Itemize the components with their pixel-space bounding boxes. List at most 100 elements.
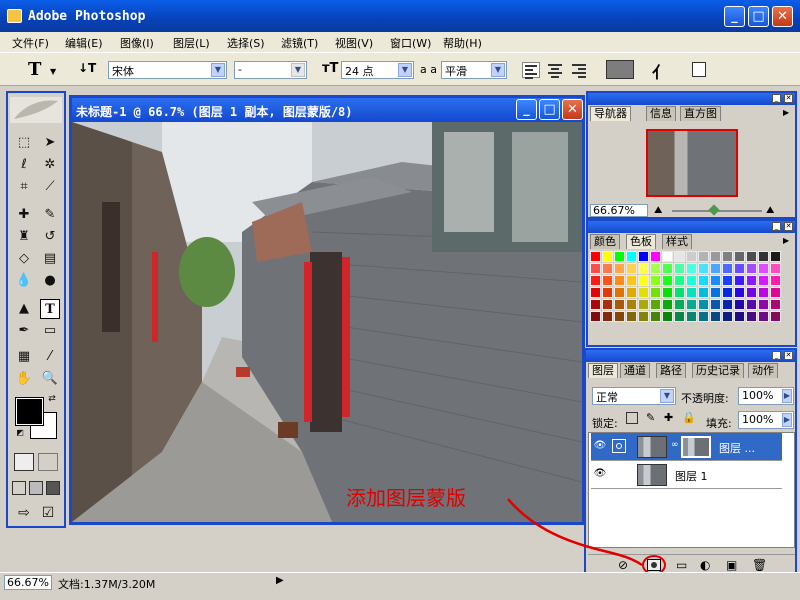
crop-tool-icon[interactable]: ⌗ bbox=[14, 177, 34, 197]
tab-layers[interactable]: 图层 bbox=[588, 363, 618, 378]
antialias-select[interactable]: 平滑 ▼ bbox=[441, 61, 507, 79]
zoom-tool-icon[interactable]: 🔍 bbox=[40, 369, 60, 389]
dodge-tool-icon[interactable]: ● bbox=[40, 271, 60, 291]
menu-file[interactable]: 文件(F) bbox=[12, 35, 49, 51]
visibility-eye-icon[interactable]: 👁 bbox=[593, 468, 607, 482]
menu-select[interactable]: 选择(S) bbox=[227, 35, 265, 51]
history-brush-tool-icon[interactable]: ↺ bbox=[40, 227, 60, 247]
menu-help[interactable]: 帮助(H) bbox=[443, 35, 482, 51]
lock-image-icon[interactable]: ✎ bbox=[646, 411, 655, 424]
document-maximize-button[interactable]: □ bbox=[539, 99, 560, 120]
swap-colors-icon[interactable]: ⇄ bbox=[46, 393, 58, 405]
gradient-tool-icon[interactable]: ▤ bbox=[40, 249, 60, 269]
navigator-thumbnail[interactable] bbox=[646, 129, 738, 197]
palettes-toggle-icon[interactable] bbox=[692, 62, 706, 77]
status-menu-arrow-icon[interactable]: ▶ bbox=[276, 575, 284, 586]
notes-tool-icon[interactable]: ▦ bbox=[14, 347, 34, 367]
document-minimize-button[interactable]: _ bbox=[516, 99, 537, 120]
tab-styles[interactable]: 样式 bbox=[662, 234, 692, 249]
standard-mode-button[interactable] bbox=[14, 453, 34, 471]
tab-info[interactable]: 信息 bbox=[646, 106, 676, 121]
maximize-button[interactable]: □ bbox=[748, 6, 769, 27]
preset-dropdown-arrow-icon[interactable]: ▼ bbox=[50, 67, 56, 76]
visibility-eye-icon[interactable]: 👁 bbox=[593, 440, 607, 454]
path-selection-tool-icon[interactable]: ▲ bbox=[14, 299, 34, 319]
layer-mask-thumbnail[interactable] bbox=[681, 436, 711, 458]
palette-minimize-icon[interactable]: _ bbox=[772, 222, 781, 231]
layer-thumbnail[interactable] bbox=[637, 436, 667, 458]
type-tool-preset-icon[interactable]: T bbox=[28, 59, 41, 80]
text-orientation-icon[interactable]: ↓T bbox=[78, 61, 96, 75]
screen-mode-standard-button[interactable] bbox=[12, 481, 26, 495]
navigator-zoom-field[interactable]: 66.67% bbox=[590, 204, 648, 217]
menu-view[interactable]: 视图(V) bbox=[335, 35, 373, 51]
tab-swatches[interactable]: 色板 bbox=[626, 234, 656, 249]
opacity-field[interactable]: 100% ▶ bbox=[738, 387, 794, 405]
move-tool-icon[interactable]: ➤ bbox=[40, 133, 60, 153]
palette-minimize-icon[interactable]: _ bbox=[772, 351, 781, 360]
jump-to-imageready-icon[interactable]: ⇨ bbox=[14, 503, 34, 523]
clone-stamp-tool-icon[interactable]: ♜ bbox=[14, 227, 34, 247]
minimize-button[interactable]: _ bbox=[724, 6, 745, 27]
default-colors-icon[interactable]: ◩ bbox=[14, 427, 26, 439]
shape-tool-icon[interactable]: ▭ bbox=[40, 321, 60, 341]
screen-mode-full-menu-button[interactable] bbox=[29, 481, 43, 495]
tab-color[interactable]: 颜色 bbox=[590, 234, 620, 249]
zoom-in-icon[interactable]: ⛰ bbox=[766, 205, 774, 216]
tab-paths[interactable]: 路径 bbox=[656, 363, 686, 378]
align-center-button[interactable] bbox=[546, 62, 564, 78]
lasso-tool-icon[interactable]: ℓ bbox=[14, 155, 34, 175]
lock-all-icon[interactable]: 🔒 bbox=[682, 411, 696, 424]
font-size-select[interactable]: 24 点 ▼ bbox=[341, 61, 414, 79]
layer-mask-link-icon[interactable] bbox=[612, 439, 626, 453]
menu-image[interactable]: 图像(I) bbox=[120, 35, 154, 51]
align-left-button[interactable] bbox=[522, 62, 540, 79]
palette-menu-icon[interactable]: ▶ bbox=[783, 108, 793, 118]
palette-menu-icon[interactable]: ▶ bbox=[783, 236, 793, 246]
new-group-icon[interactable]: ▭ bbox=[676, 558, 687, 572]
tab-histogram[interactable]: 直方图 bbox=[680, 106, 721, 121]
brush-tool-icon[interactable]: ✎ bbox=[40, 205, 60, 225]
blend-mode-select[interactable]: 正常 ▼ bbox=[592, 387, 676, 405]
screen-mode-full-button[interactable] bbox=[46, 481, 60, 495]
warp-text-icon[interactable]: 亻 bbox=[652, 59, 668, 83]
layer-thumbnail[interactable] bbox=[637, 464, 667, 486]
close-button[interactable]: ✕ bbox=[772, 6, 793, 27]
edit-in-imageready-icon[interactable]: ☑ bbox=[38, 503, 58, 523]
menu-edit[interactable]: 编辑(E) bbox=[65, 35, 103, 51]
zoom-out-icon[interactable]: ⛰ bbox=[654, 205, 662, 216]
eraser-tool-icon[interactable]: ◇ bbox=[14, 249, 34, 269]
swatches-grid[interactable] bbox=[590, 251, 784, 335]
menu-filter[interactable]: 滤镜(T) bbox=[281, 35, 318, 51]
document-close-button[interactable]: ✕ bbox=[562, 99, 583, 120]
quick-mask-mode-button[interactable] bbox=[38, 453, 58, 471]
new-layer-icon[interactable]: ▣ bbox=[726, 558, 737, 572]
layer-row-1[interactable]: 👁 图层 1 bbox=[591, 461, 782, 489]
pen-tool-icon[interactable]: ✒ bbox=[14, 321, 34, 341]
magic-wand-tool-icon[interactable]: ✲ bbox=[40, 155, 60, 175]
tab-actions[interactable]: 动作 bbox=[748, 363, 778, 378]
zoom-slider[interactable] bbox=[672, 204, 762, 216]
canvas-image[interactable] bbox=[72, 122, 582, 522]
zoom-slider-thumb[interactable] bbox=[708, 204, 720, 216]
hand-tool-icon[interactable]: ✋ bbox=[14, 369, 34, 389]
font-family-select[interactable]: 宋体 ▼ bbox=[108, 61, 227, 79]
blur-tool-icon[interactable]: 💧 bbox=[14, 271, 34, 291]
tab-navigator[interactable]: 导航器 bbox=[590, 106, 631, 121]
menu-window[interactable]: 窗口(W) bbox=[390, 35, 431, 51]
chain-link-icon[interactable]: ∞ bbox=[671, 440, 679, 450]
healing-brush-tool-icon[interactable]: ✚ bbox=[14, 205, 34, 225]
layer-row-copy[interactable]: 👁 ∞ 图层 ... bbox=[591, 433, 782, 461]
eyedropper-tool-icon[interactable]: ⁄ bbox=[40, 347, 60, 367]
type-tool-icon[interactable]: T bbox=[40, 299, 60, 319]
status-zoom-field[interactable]: 66.67% bbox=[4, 575, 52, 590]
align-right-button[interactable] bbox=[570, 62, 588, 78]
palette-close-icon[interactable]: ✕ bbox=[784, 94, 793, 103]
palette-close-icon[interactable]: ✕ bbox=[784, 222, 793, 231]
font-style-select[interactable]: - ▼ bbox=[234, 61, 307, 79]
tab-channels[interactable]: 通道 bbox=[620, 363, 650, 378]
lock-position-icon[interactable]: ✚ bbox=[664, 411, 673, 424]
lock-transparency-icon[interactable] bbox=[626, 412, 638, 424]
delete-layer-icon[interactable]: 🗑 bbox=[752, 558, 767, 572]
text-color-swatch[interactable] bbox=[606, 60, 634, 79]
